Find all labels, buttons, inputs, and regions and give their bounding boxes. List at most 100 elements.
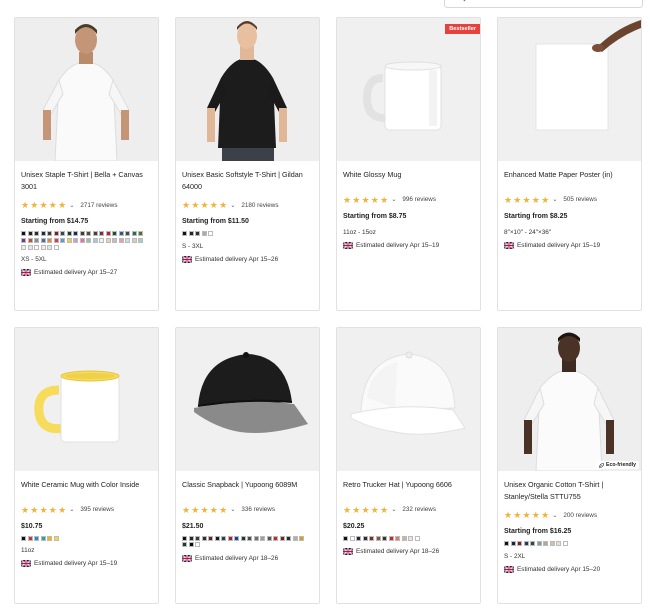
product-image[interactable] bbox=[337, 18, 480, 161]
color-swatch[interactable] bbox=[299, 535, 304, 541]
chevron-down-icon[interactable]: ⌄ bbox=[69, 506, 74, 513]
color-swatch[interactable] bbox=[73, 231, 78, 236]
color-swatch[interactable] bbox=[105, 231, 111, 236]
color-swatch[interactable] bbox=[53, 231, 59, 236]
color-swatch[interactable] bbox=[247, 535, 252, 541]
color-swatch[interactable] bbox=[47, 237, 52, 243]
product-title[interactable]: Enhanced Matte Paper Poster (in) bbox=[504, 169, 635, 181]
product-image[interactable] bbox=[176, 328, 319, 471]
review-count[interactable]: 996 reviews bbox=[402, 196, 436, 203]
color-swatch[interactable] bbox=[53, 535, 59, 541]
color-swatch[interactable] bbox=[34, 244, 39, 250]
color-swatch[interactable] bbox=[260, 535, 265, 541]
product-card[interactable]: Enhanced Matte Paper Poster (in) ★★★★★ ⌄… bbox=[497, 17, 642, 311]
color-swatch[interactable] bbox=[182, 542, 187, 548]
color-swatch[interactable] bbox=[382, 535, 387, 541]
color-swatch[interactable] bbox=[27, 231, 33, 236]
color-swatch[interactable] bbox=[388, 535, 394, 541]
review-count[interactable]: 2180 reviews bbox=[241, 202, 278, 209]
chevron-down-icon[interactable]: ⌄ bbox=[230, 202, 235, 209]
product-card[interactable]: Unisex Staple T-Shirt | Bella + Canvas 3… bbox=[14, 17, 159, 311]
color-swatch[interactable] bbox=[118, 237, 124, 243]
product-card[interactable]: Classic Snapback | Yupoong 6089M ★★★★★ ⌄… bbox=[175, 327, 320, 604]
color-swatch[interactable] bbox=[556, 541, 561, 546]
product-title[interactable]: Unisex Organic Cotton T-Shirt | Stanley/… bbox=[504, 479, 635, 502]
color-swatch[interactable] bbox=[543, 541, 548, 546]
color-swatch[interactable] bbox=[530, 541, 535, 546]
product-image[interactable] bbox=[498, 328, 641, 471]
color-swatch[interactable] bbox=[138, 231, 143, 236]
color-swatch[interactable] bbox=[99, 237, 104, 243]
color-swatch[interactable] bbox=[47, 231, 52, 236]
color-swatch[interactable] bbox=[40, 231, 46, 236]
chevron-down-icon[interactable]: ⌄ bbox=[552, 196, 557, 203]
product-image[interactable] bbox=[498, 18, 641, 161]
review-count[interactable]: 395 reviews bbox=[80, 506, 114, 513]
color-swatch[interactable] bbox=[34, 535, 39, 541]
color-swatch[interactable] bbox=[34, 231, 39, 236]
rating[interactable]: ★★★★★ ⌄ 395 reviews bbox=[21, 505, 152, 515]
color-swatch[interactable] bbox=[40, 535, 46, 541]
product-card[interactable]: White Ceramic Mug with Color Inside ★★★★… bbox=[14, 327, 159, 604]
color-swatch[interactable] bbox=[208, 535, 213, 541]
product-image[interactable] bbox=[337, 328, 480, 471]
product-title[interactable]: Classic Snapback | Yupoong 6089M bbox=[182, 479, 313, 491]
chevron-down-icon[interactable]: ⌄ bbox=[391, 506, 396, 513]
color-swatch[interactable] bbox=[504, 541, 509, 546]
color-swatch[interactable] bbox=[118, 231, 124, 236]
color-swatch[interactable] bbox=[182, 231, 187, 236]
color-swatch[interactable] bbox=[195, 542, 200, 548]
product-title[interactable]: White Glossy Mug bbox=[343, 169, 474, 181]
rating[interactable]: ★★★★★ ⌄ 2717 reviews bbox=[21, 200, 152, 210]
color-swatch[interactable] bbox=[201, 231, 207, 236]
color-swatch[interactable] bbox=[79, 237, 85, 243]
color-swatch[interactable] bbox=[47, 535, 52, 541]
color-swatch[interactable] bbox=[349, 535, 355, 541]
color-swatch[interactable] bbox=[112, 237, 117, 243]
color-swatch[interactable] bbox=[362, 535, 368, 541]
color-swatch[interactable] bbox=[562, 541, 568, 546]
color-swatch[interactable] bbox=[266, 535, 272, 541]
color-swatch[interactable] bbox=[125, 237, 130, 243]
color-swatch[interactable] bbox=[201, 535, 207, 541]
color-swatch[interactable] bbox=[273, 535, 278, 541]
color-swatch[interactable] bbox=[21, 535, 26, 541]
color-swatch[interactable] bbox=[40, 237, 46, 243]
color-swatch[interactable] bbox=[188, 542, 194, 548]
color-swatch[interactable] bbox=[195, 231, 200, 236]
review-count[interactable]: 232 reviews bbox=[402, 506, 436, 513]
color-swatch[interactable] bbox=[286, 535, 291, 541]
color-swatch[interactable] bbox=[375, 535, 381, 541]
color-swatch[interactable] bbox=[79, 231, 85, 236]
color-swatch[interactable] bbox=[66, 231, 72, 236]
color-swatch[interactable] bbox=[92, 237, 98, 243]
review-count[interactable]: 200 reviews bbox=[563, 512, 597, 519]
color-swatch[interactable] bbox=[47, 244, 52, 250]
rating[interactable]: ★★★★★ ⌄ 200 reviews bbox=[504, 510, 635, 520]
color-swatch[interactable] bbox=[279, 535, 285, 541]
chevron-down-icon[interactable]: ⌄ bbox=[69, 202, 74, 209]
color-swatch[interactable] bbox=[408, 535, 413, 541]
rating[interactable]: ★★★★★ ⌄ 996 reviews bbox=[343, 195, 474, 205]
color-swatch[interactable] bbox=[138, 237, 143, 243]
rating[interactable]: ★★★★★ ⌄ 232 reviews bbox=[343, 505, 474, 515]
color-swatch[interactable] bbox=[21, 244, 26, 250]
color-swatch[interactable] bbox=[27, 237, 33, 243]
color-swatch[interactable] bbox=[292, 535, 298, 541]
color-swatch[interactable] bbox=[401, 535, 407, 541]
rating[interactable]: ★★★★★ ⌄ 505 reviews bbox=[504, 195, 635, 205]
rating[interactable]: ★★★★★ ⌄ 336 reviews bbox=[182, 505, 313, 515]
color-swatch[interactable] bbox=[369, 535, 374, 541]
color-swatch[interactable] bbox=[414, 535, 420, 541]
color-swatch[interactable] bbox=[221, 535, 226, 541]
color-swatch[interactable] bbox=[92, 231, 98, 236]
review-count[interactable]: 2717 reviews bbox=[80, 202, 117, 209]
color-swatch[interactable] bbox=[112, 231, 117, 236]
chevron-down-icon[interactable]: ⌄ bbox=[230, 506, 235, 513]
color-swatch[interactable] bbox=[549, 541, 555, 546]
product-title[interactable]: Unisex Staple T-Shirt | Bella + Canvas 3… bbox=[21, 169, 152, 192]
product-card[interactable]: Retro Trucker Hat | Yupoong 6606 ★★★★★ ⌄… bbox=[336, 327, 481, 604]
color-swatch[interactable] bbox=[188, 535, 194, 541]
color-swatch[interactable] bbox=[21, 231, 26, 236]
color-swatch[interactable] bbox=[60, 231, 65, 236]
